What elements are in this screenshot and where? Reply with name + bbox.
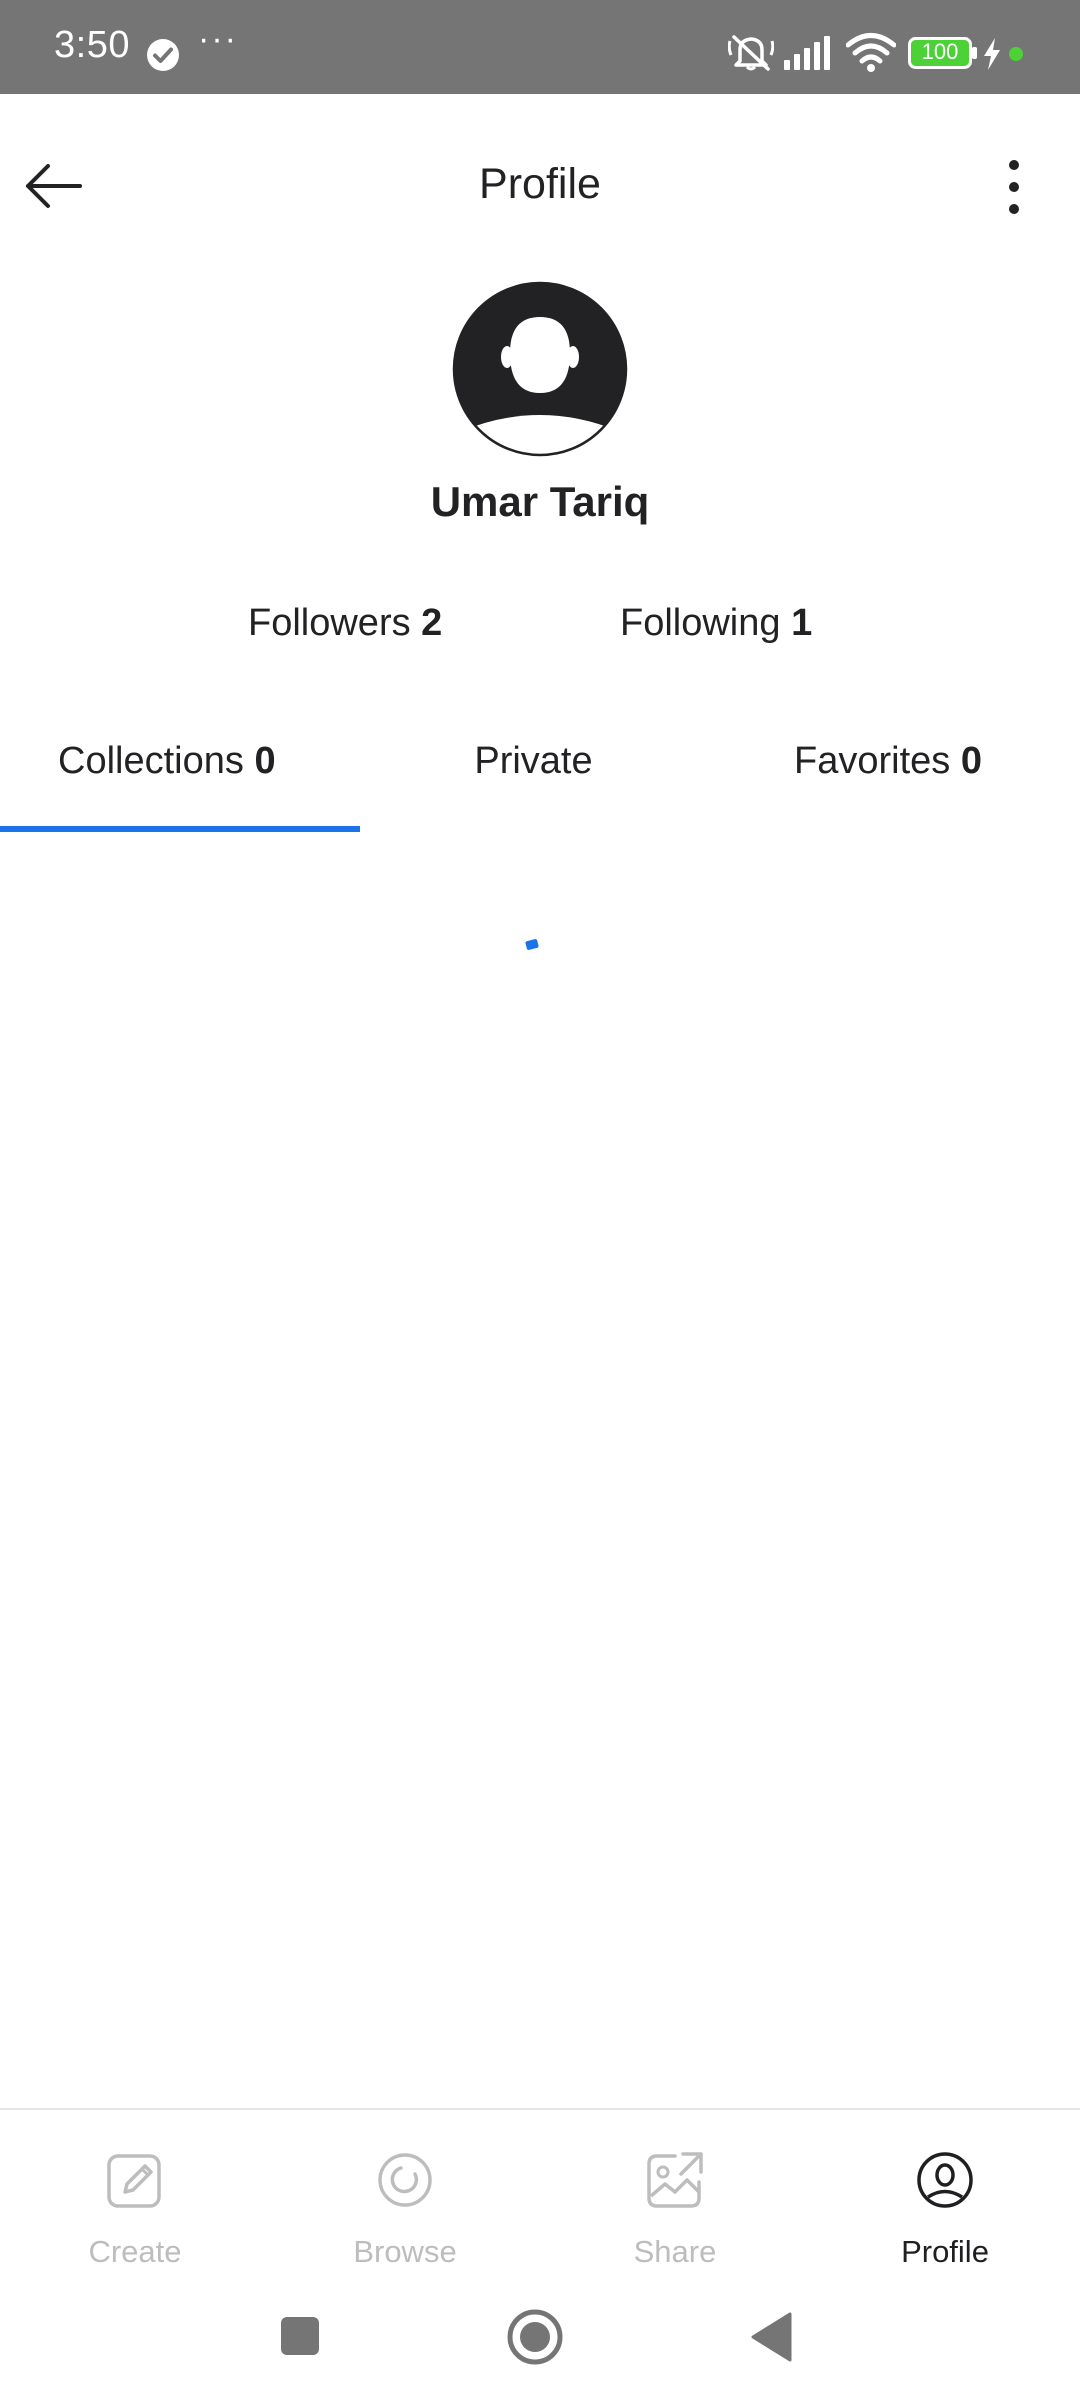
user-name: Umar Tariq [430, 478, 650, 525]
nav-profile[interactable]: Profile [810, 2110, 1080, 2280]
tab-favorites[interactable]: Favorites 0 [794, 740, 982, 783]
signal-icon [784, 36, 830, 70]
followers-label: Followers [248, 602, 411, 644]
avatar [452, 281, 628, 457]
loading-spinner [525, 938, 539, 951]
check-circle-icon [147, 39, 179, 71]
followers-count: 2 [421, 602, 443, 644]
app-bar: Profile [0, 94, 1080, 284]
battery-level: 100 [921, 39, 959, 64]
nav-browse-label: Browse [353, 2234, 457, 2269]
profile-icon [917, 2152, 973, 2208]
active-tab-indicator [0, 826, 360, 832]
profile-tabs: Collections 0 Private Favorites 0 [0, 696, 1080, 834]
nav-create[interactable]: Create [0, 2110, 270, 2280]
nav-share-label: Share [633, 2234, 717, 2269]
nav-create-label: Create [88, 2234, 182, 2269]
page-title: Profile [479, 160, 601, 208]
system-back-icon[interactable] [750, 2312, 792, 2362]
status-dot-icon [1009, 47, 1023, 61]
charging-icon [984, 38, 1000, 70]
status-bar: 3:50 ··· 100 [0, 0, 1080, 94]
wifi-icon [846, 33, 896, 72]
status-time: 3:50 [54, 24, 130, 66]
tab-favorites-count: 0 [960, 740, 982, 782]
status-more-indicator: ··· [198, 20, 238, 58]
nav-browse[interactable]: Browse [270, 2110, 540, 2280]
followers-link[interactable]: Followers 2 [248, 602, 442, 645]
bottom-navigation: Create Browse Share Profile [0, 2108, 1080, 2280]
create-icon [107, 2154, 161, 2208]
nav-share[interactable]: Share [540, 2110, 810, 2280]
share-icon [647, 2152, 703, 2208]
nav-profile-label: Profile [901, 2234, 989, 2269]
following-count: 1 [791, 602, 813, 644]
following-link[interactable]: Following 1 [620, 602, 812, 645]
more-options-icon[interactable] [988, 149, 1040, 225]
browse-icon [378, 2153, 432, 2207]
tab-favorites-label: Favorites [794, 740, 951, 782]
system-navigation-bar [0, 2278, 1080, 2400]
tab-private-label: Private [474, 740, 593, 782]
mute-icon [728, 35, 774, 71]
recent-apps-icon[interactable] [280, 2316, 320, 2356]
following-label: Following [620, 602, 781, 644]
home-icon[interactable] [506, 2308, 564, 2366]
